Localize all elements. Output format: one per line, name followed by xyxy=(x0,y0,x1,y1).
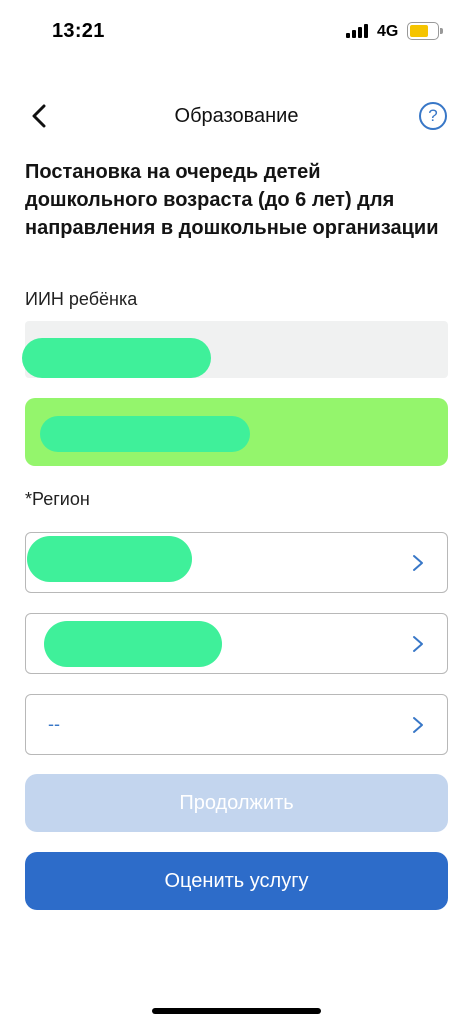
rate-service-button[interactable]: Оценить услугу xyxy=(25,852,448,910)
region-label: *Регион xyxy=(25,489,90,509)
redacted-iin xyxy=(22,338,211,378)
signal-icon xyxy=(346,24,370,38)
iin-label: ИИН ребёнка xyxy=(25,289,138,309)
redacted-child-name xyxy=(40,416,250,452)
nav-bar: Образование ? xyxy=(0,96,473,140)
chevron-right-icon xyxy=(413,636,423,652)
battery-icon xyxy=(407,22,443,40)
page-title: Образование xyxy=(174,105,299,127)
continue-button[interactable]: Продолжить xyxy=(25,774,448,832)
redacted-district xyxy=(44,621,222,667)
status-bar: 13:21 4G xyxy=(0,0,473,64)
network-type: 4G xyxy=(377,23,399,40)
chevron-right-icon xyxy=(413,555,423,571)
home-indicator[interactable] xyxy=(152,1008,321,1014)
locality-select[interactable]: -- xyxy=(25,694,448,755)
chevron-right-icon xyxy=(413,717,423,733)
status-time: 13:21 xyxy=(52,20,105,42)
redacted-region xyxy=(27,536,192,582)
help-icon[interactable]: ? xyxy=(419,102,447,130)
locality-select-value: -- xyxy=(48,714,60,734)
service-heading: Постановка на очередь детей дошкольного … xyxy=(25,161,439,239)
